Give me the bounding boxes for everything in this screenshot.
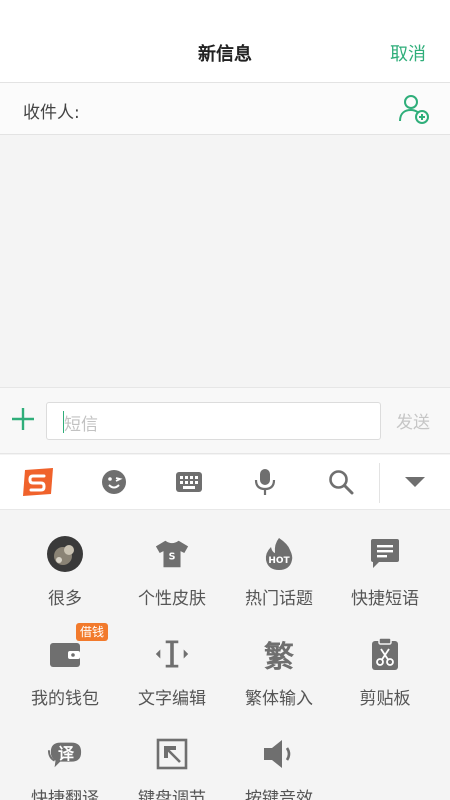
grid-item-label: 热门话题	[245, 589, 313, 609]
svg-text:HOT: HOT	[268, 556, 290, 566]
send-button[interactable]: 发送	[396, 408, 430, 433]
avatar-icon	[47, 536, 83, 572]
grid-item-skin[interactable]: S 个性皮肤	[116, 510, 228, 609]
recipient-label: 收件人:	[23, 103, 80, 123]
clipboard-icon	[367, 636, 403, 672]
speaker-icon	[261, 736, 297, 772]
translate-icon: 译	[47, 736, 83, 772]
grid-item-label: 我的钱包	[31, 689, 99, 709]
microphone-icon[interactable]	[247, 464, 283, 500]
attach-plus-icon[interactable]	[10, 406, 36, 432]
grid-item-clipboard[interactable]: 剪贴板	[329, 610, 441, 709]
grid-item-text-edit[interactable]: 文字编辑	[116, 610, 228, 709]
add-contact-icon[interactable]	[398, 93, 430, 125]
compose-bar: 短信 发送	[0, 387, 450, 454]
svg-text:S: S	[169, 552, 176, 563]
grid-item-label: 文字编辑	[138, 689, 206, 709]
grid-item-keyboard-adjust[interactable]: 键盘调节	[116, 710, 228, 800]
grid-item-quick-phrases[interactable]: 快捷短语	[329, 510, 441, 609]
grid-item-label: 按键音效	[245, 789, 313, 800]
wallet-icon	[47, 636, 83, 672]
grid-item-label: 剪贴板	[359, 689, 411, 709]
grid-item-label: 繁体输入	[245, 689, 313, 709]
grid-item-label: 快捷翻译	[31, 789, 99, 800]
search-icon[interactable]	[323, 464, 359, 500]
grid-item-hot-topics[interactable]: HOT 热门话题	[223, 510, 335, 609]
collapse-icon[interactable]	[397, 464, 433, 500]
top-bar: 新信息 取消	[0, 0, 450, 83]
text-cursor-icon	[154, 636, 190, 672]
ime-toolbar	[0, 455, 450, 510]
grid-item-label: 快捷短语	[351, 589, 419, 609]
recipient-row[interactable]: 收件人:	[0, 83, 450, 135]
message-placeholder: 短信	[64, 415, 98, 435]
grid-item-avatar[interactable]: 很多	[9, 510, 121, 609]
page-title: 新信息	[198, 44, 252, 65]
message-icon	[367, 536, 403, 572]
grid-item-translate[interactable]: 译 快捷翻译	[9, 710, 121, 800]
traditional-char-glyph: 繁	[264, 640, 294, 675]
traditional-char-icon: 繁	[261, 636, 297, 675]
hot-icon: HOT	[261, 536, 297, 572]
grid-item-label: 个性皮肤	[138, 589, 206, 609]
emoji-icon[interactable]	[96, 464, 132, 500]
message-input[interactable]: 短信	[46, 402, 381, 440]
keyboard-icon[interactable]	[171, 464, 207, 500]
cancel-button[interactable]: 取消	[390, 40, 426, 66]
grid-item-traditional[interactable]: 繁 繁体输入	[223, 610, 335, 709]
grid-item-label: 键盘调节	[138, 789, 206, 800]
tshirt-icon: S	[154, 536, 190, 572]
ime-feature-grid: 很多 S 个性皮肤 HOT 热门话题 快捷短语 我的钱包 文字编辑 繁 繁体输入…	[0, 510, 450, 800]
toolbar-divider	[379, 463, 380, 503]
keyboard-resize-icon	[154, 736, 190, 772]
grid-item-key-sound[interactable]: 按键音效	[223, 710, 335, 800]
sogou-logo-icon[interactable]	[20, 464, 56, 500]
grid-item-label: 很多	[48, 589, 82, 609]
loan-badge: 借钱	[76, 623, 109, 641]
translate-glyph: 译	[58, 744, 75, 763]
message-thread-area	[0, 135, 450, 387]
